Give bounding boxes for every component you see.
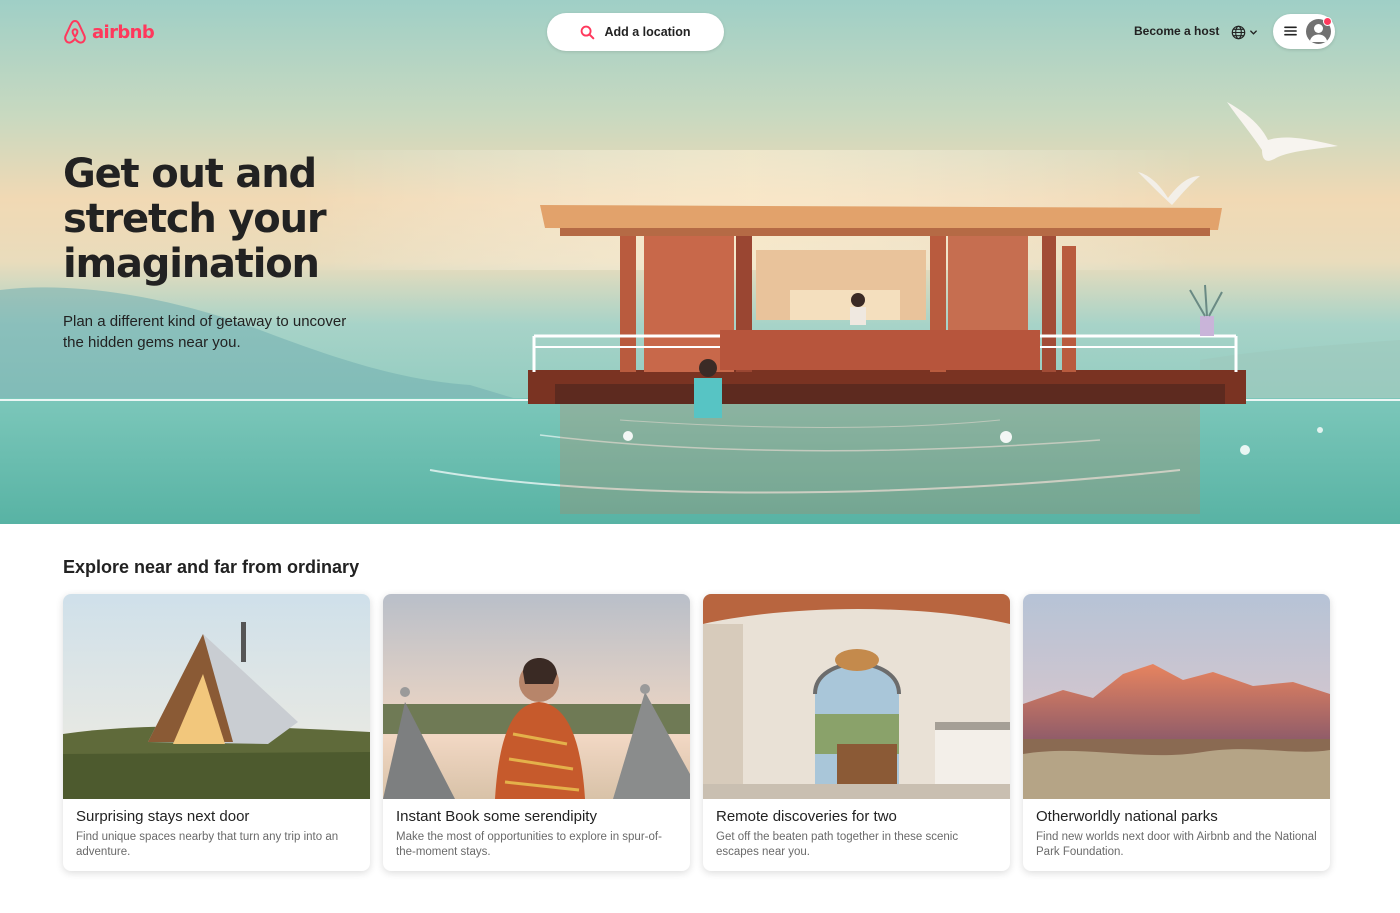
airbnb-logo[interactable]: airbnb <box>63 19 155 45</box>
card-title: Surprising stays next door <box>76 808 250 825</box>
card-description: Make the most of opportunities to explor… <box>396 831 662 858</box>
explore-card[interactable]: Remote discoveries for two Get off the b… <box>703 594 1010 871</box>
user-menu-button[interactable] <box>1273 14 1335 49</box>
notification-badge <box>1323 17 1332 26</box>
trulli-traveler-image <box>383 594 690 799</box>
card-description: Find new worlds next door with Airbnb an… <box>1036 831 1317 858</box>
hamburger-icon <box>1284 26 1297 36</box>
explore-card[interactable]: Instant Book some serendipity Make the m… <box>383 594 690 871</box>
card-description: Find unique spaces nearby that turn any … <box>76 831 339 858</box>
card-description: Get off the beaten path together in thes… <box>716 831 959 858</box>
search-label: Add a location <box>604 25 691 39</box>
top-header: airbnb Add a location Become a host <box>0 0 1400 64</box>
national-park-image <box>1023 594 1330 799</box>
villa-kitchen-image <box>703 594 1010 799</box>
explore-cards: Surprising stays next door Find unique s… <box>63 594 1331 871</box>
card-title: Remote discoveries for two <box>716 808 897 825</box>
a-frame-cabin-image <box>63 594 370 799</box>
explore-card[interactable]: Otherworldly national parks Find new wor… <box>1023 594 1330 871</box>
airbnb-belo-icon <box>64 20 86 44</box>
hero-banner: airbnb Add a location Become a host Get … <box>0 0 1400 524</box>
hero-title-line: Get out and <box>63 151 317 197</box>
chevron-down-icon <box>1250 29 1257 35</box>
become-a-host-link[interactable]: Become a host <box>1134 24 1219 38</box>
hero-title-line: imagination <box>63 241 320 287</box>
explore-heading: Explore near and far from ordinary <box>63 557 360 577</box>
explore-card[interactable]: Surprising stays next door Find unique s… <box>63 594 370 871</box>
language-selector[interactable] <box>1231 22 1258 42</box>
globe-icon <box>1231 25 1246 39</box>
hero-title: Get out and stretch your imagination <box>63 152 423 287</box>
hero-title-line: stretch your <box>63 196 327 242</box>
hero-subtitle: Plan a different kind of getaway to unco… <box>63 313 347 351</box>
add-location-search[interactable]: Add a location <box>547 13 724 51</box>
card-title: Instant Book some serendipity <box>396 808 597 825</box>
search-icon <box>581 25 595 39</box>
logo-wordmark: airbnb <box>92 21 155 43</box>
card-title: Otherworldly national parks <box>1036 808 1218 825</box>
